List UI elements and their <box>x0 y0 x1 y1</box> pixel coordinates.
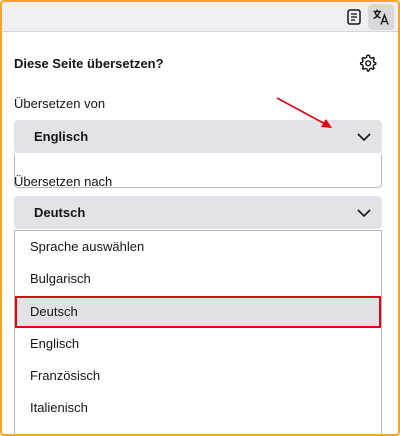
to-language-value: Deutsch <box>34 205 86 220</box>
gear-icon[interactable] <box>358 53 378 73</box>
language-dropdown-list: Sprache auswählen Bulgarisch Deutsch Eng… <box>14 230 382 434</box>
to-language-select[interactable]: Deutsch <box>14 196 382 229</box>
option-french[interactable]: Französisch <box>15 360 381 392</box>
annotation-arrow <box>276 97 332 128</box>
reader-view-icon <box>347 9 361 25</box>
option-german[interactable]: Deutsch <box>15 296 381 328</box>
option-bulgarian[interactable]: Bulgarisch <box>15 263 381 295</box>
option-select-language[interactable]: Sprache auswählen <box>15 231 381 263</box>
browser-toolbar <box>2 2 398 32</box>
translate-icon <box>373 9 389 25</box>
to-language-label: Übersetzen nach <box>14 174 113 189</box>
chevron-down-icon <box>357 209 371 218</box>
option-english[interactable]: Englisch <box>15 328 381 360</box>
panel-title: Diese Seite übersetzen? <box>14 56 164 71</box>
option-italian[interactable]: Italienisch <box>15 392 381 424</box>
from-language-label: Übersetzen von <box>14 96 106 111</box>
translation-panel: Diese Seite übersetzen? Übersetzen von E… <box>2 33 398 434</box>
chevron-down-icon <box>357 133 371 142</box>
translate-button[interactable] <box>368 4 394 30</box>
reader-view-button[interactable] <box>341 4 367 30</box>
from-language-value: Englisch <box>34 129 89 144</box>
